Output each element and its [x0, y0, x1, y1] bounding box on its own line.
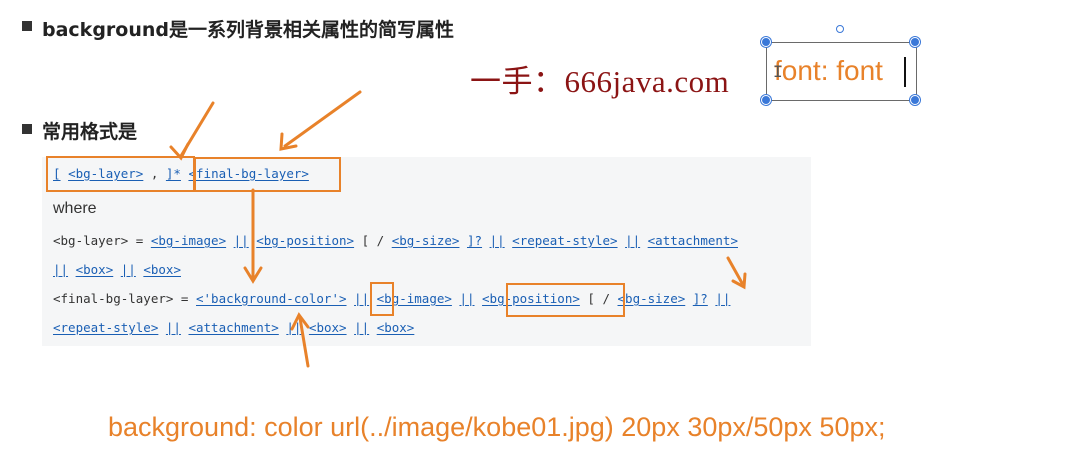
arrow-to-final-bg-layer [283, 90, 362, 148]
annotation-arrows [169, 90, 747, 368]
arrow-to-optional-marker [726, 256, 744, 285]
background-shorthand-example: background: color url(../image/kobe01.jp… [108, 412, 886, 442]
